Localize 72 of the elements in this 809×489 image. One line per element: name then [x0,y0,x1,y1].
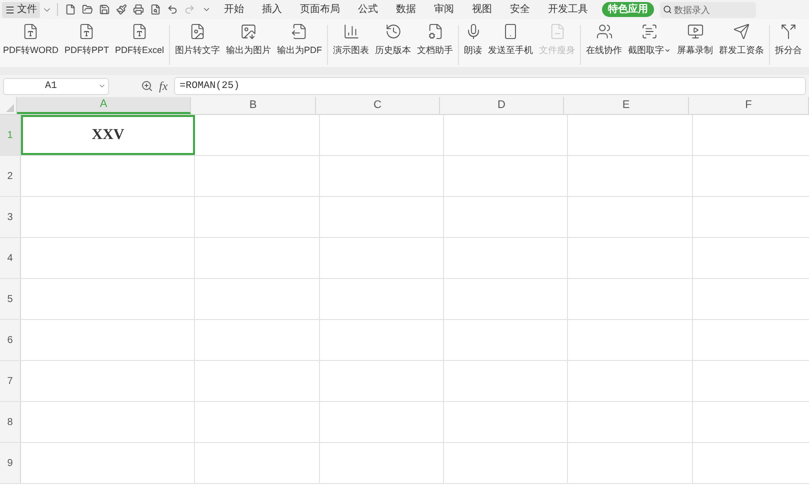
ribbon-button[interactable]: 演示图表 [330,23,372,67]
name-box[interactable]: A1 [3,78,109,94]
search-icon [663,5,672,14]
people-icon [596,23,613,40]
ribbon-button[interactable]: 群发工资条 [716,23,768,67]
file-export-icon [291,23,308,40]
menu-tab[interactable]: 开始 [216,2,252,17]
column-header[interactable]: D [440,97,564,114]
brush-icon[interactable] [116,4,127,15]
new-file-icon[interactable] [65,4,76,15]
caret-icon [664,47,672,54]
row-header[interactable]: 5 [0,279,21,319]
menu-tab[interactable]: 视图 [464,2,500,17]
pdf-ppt-icon [78,23,96,40]
ribbon-button[interactable]: 截图取字 [625,23,674,67]
column-header[interactable]: F [689,97,809,114]
ribbon-button[interactable]: 朗读 [461,23,486,67]
printer-icon[interactable] [133,4,144,15]
search-field[interactable]: 数据录入 [660,2,756,18]
formula-field[interactable]: =ROMAN(25) [174,77,806,95]
ribbon-button[interactable]: PDF转Excel [112,23,168,67]
zoom-icon[interactable] [141,80,153,92]
pdf-sheet-icon [131,23,148,40]
row-header[interactable]: 6 [0,320,21,360]
menu-tab[interactable]: 公式 [350,2,386,17]
row-header[interactable]: 7 [0,361,21,401]
row-header[interactable]: 3 [0,197,21,237]
caret-icon [98,82,106,90]
ribbon-button[interactable]: 输出为PDF [274,23,326,67]
ribbon-button[interactable]: 屏幕录制 [674,23,716,67]
ribbon-button[interactable]: PDF转PPT [62,23,112,67]
row-header[interactable]: 4 [0,238,21,278]
menu-tab[interactable]: 页面布局 [292,2,348,17]
menu-tab[interactable]: 安全 [502,2,538,17]
menu-tab[interactable]: 审阅 [426,2,462,17]
row-header[interactable]: 2 [0,156,21,196]
image-text-icon [189,23,206,40]
pdf-word-icon [22,23,40,40]
row-header[interactable]: 8 [0,402,21,442]
folder-icon[interactable] [82,4,93,15]
image-icon [240,23,258,40]
preview-icon[interactable] [150,4,161,15]
ribbon-button[interactable]: 输出为图片 [223,23,274,67]
menu-tab[interactable]: 开发工具 [540,2,596,17]
ribbon-button[interactable]: 文档助手 [414,23,456,67]
file-menu-button[interactable]: 文件 [2,2,40,18]
table-cell[interactable]: XXV [21,115,195,155]
column-header[interactable]: B [191,97,316,114]
ribbon-button[interactable]: PDF转WORD [0,23,62,67]
ribbon-button[interactable]: 历史版本 [372,23,414,67]
save-icon[interactable] [99,4,110,15]
send-icon [733,23,750,40]
row-header[interactable]: 9 [0,443,21,483]
ribbon-button[interactable]: 图片转文字 [172,23,224,67]
undo-icon[interactable] [167,4,178,15]
scan-text-icon [641,23,658,40]
ribbon-button[interactable]: 拆分合 [772,23,806,67]
customize-caret-icon[interactable] [202,5,211,14]
split-icon [780,23,798,40]
column-header[interactable]: C [316,97,440,114]
ribbon-button[interactable]: 在线协作 [583,23,626,67]
menu-tab[interactable]: 插入 [254,2,290,17]
column-header[interactable]: E [564,97,689,114]
menu-icon [5,4,15,14]
ribbon-button[interactable]: 发送至手机 [485,23,536,67]
history-icon [384,23,402,40]
chart-icon [342,23,360,40]
function-label[interactable]: fx [159,77,168,95]
file-minus-icon [548,23,566,40]
menu-tab[interactable]: 数据 [388,2,424,17]
monitor-icon [686,23,704,40]
document-gear-icon [426,23,444,40]
